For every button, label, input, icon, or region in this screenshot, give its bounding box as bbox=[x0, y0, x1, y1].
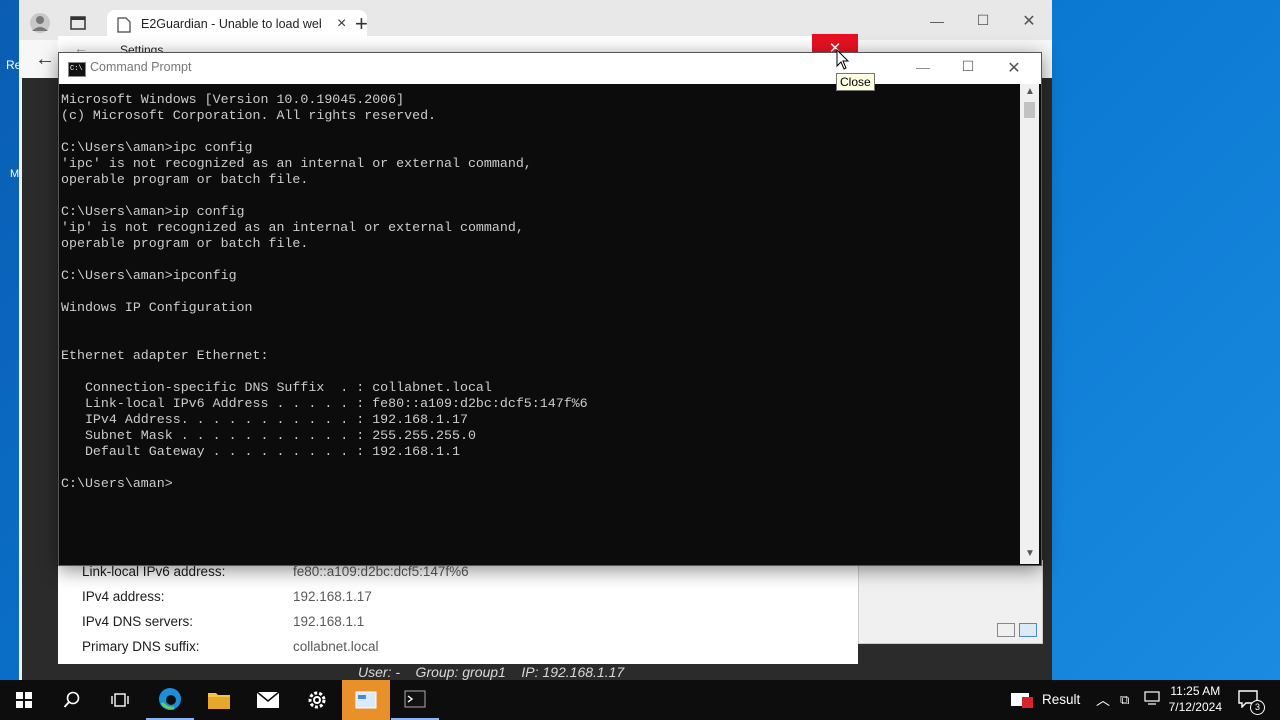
prop-value-dns: 192.168.1.1 bbox=[293, 614, 365, 629]
left-edge-text: Re bbox=[6, 58, 22, 72]
cmd-console[interactable]: Microsoft Windows [Version 10.0.19045.20… bbox=[61, 84, 1019, 564]
network-monitor-icon[interactable] bbox=[1010, 691, 1034, 709]
large-icons-view-icon[interactable] bbox=[1019, 623, 1037, 637]
prop-value-suffix: collabnet.local bbox=[293, 639, 379, 654]
status-bar-text: User: - Group: group1 IP: 192.168.1.17 bbox=[358, 664, 625, 680]
cmd-title: Command Prompt bbox=[90, 60, 192, 74]
tab-title: E2Guardian - Unable to load web bbox=[141, 17, 321, 31]
file-explorer-icon[interactable] bbox=[195, 680, 243, 720]
close-tooltip: Close bbox=[836, 73, 875, 91]
back-arrow-icon[interactable]: ← bbox=[35, 48, 55, 71]
settings-gear-icon[interactable] bbox=[293, 680, 341, 720]
browser-close-icon[interactable]: ✕ bbox=[1009, 11, 1049, 31]
cmd-close-icon[interactable]: ✕ bbox=[994, 58, 1034, 78]
profile-icon[interactable] bbox=[29, 12, 51, 34]
mail-icon[interactable] bbox=[244, 680, 292, 720]
command-prompt-window: C:\ Command Prompt — ☐ ✕ Microsoft Windo… bbox=[58, 52, 1042, 566]
prop-value-ipv4: 192.168.1.17 bbox=[293, 589, 372, 604]
taskbar: Result ︿ ⧉ 11:25 AM 7/12/2024 3 bbox=[0, 680, 1280, 720]
browser-maximize-icon[interactable]: ☐ bbox=[963, 12, 1003, 29]
tray-result-label[interactable]: Result bbox=[1042, 692, 1080, 707]
cmd-minimize-icon[interactable]: — bbox=[903, 59, 943, 75]
tray-network-icon[interactable] bbox=[1144, 691, 1160, 705]
command-prompt-taskbar-icon[interactable] bbox=[391, 680, 439, 720]
scroll-down-icon[interactable]: ▼ bbox=[1025, 548, 1035, 559]
prop-label-dns: IPv4 DNS servers: bbox=[82, 614, 194, 629]
prop-label-ipv6: Link-local IPv6 address: bbox=[82, 564, 226, 579]
background-dialog bbox=[858, 560, 1043, 644]
prop-label-suffix: Primary DNS suffix: bbox=[82, 639, 200, 654]
prop-label-ipv4: IPv4 address: bbox=[82, 589, 165, 604]
cmd-maximize-icon[interactable]: ☐ bbox=[948, 58, 988, 75]
clock-time: 11:25 AM bbox=[1170, 684, 1221, 698]
search-icon[interactable] bbox=[48, 680, 96, 720]
tray-clock[interactable]: 11:25 AM 7/12/2024 bbox=[1169, 683, 1222, 715]
tray-chevron-up-icon[interactable]: ︿ bbox=[1096, 690, 1110, 710]
clock-date: 7/12/2024 bbox=[1168, 700, 1222, 714]
prop-value-ipv6: fe80::a109:d2bc:dcf5:147f%6 bbox=[293, 564, 469, 579]
notification-count-badge: 3 bbox=[1250, 700, 1265, 715]
close-tab-icon[interactable]: × bbox=[337, 15, 346, 33]
tab-actions-icon[interactable] bbox=[69, 14, 87, 32]
windows-icon bbox=[16, 692, 32, 708]
browser-minimize-icon[interactable]: — bbox=[917, 13, 957, 29]
cmd-scrollbar[interactable]: ▲ ▼ bbox=[1020, 84, 1039, 564]
cmd-titlebar: C:\ Command Prompt — ☐ ✕ bbox=[59, 53, 1041, 84]
active-app-icon[interactable] bbox=[342, 680, 390, 720]
task-view-icon[interactable] bbox=[96, 680, 144, 720]
details-view-icon[interactable] bbox=[997, 623, 1015, 637]
page-icon bbox=[117, 17, 131, 33]
scroll-thumb[interactable] bbox=[1024, 102, 1035, 118]
cmd-output: Microsoft Windows [Version 10.0.19045.20… bbox=[61, 92, 588, 491]
scroll-up-icon[interactable]: ▲ bbox=[1025, 86, 1035, 97]
new-tab-button[interactable]: + bbox=[355, 11, 368, 37]
start-button[interactable] bbox=[0, 680, 48, 720]
cmd-app-icon: C:\ bbox=[68, 62, 86, 77]
left-edge-text-2: M bbox=[10, 168, 20, 180]
tray-device-icon[interactable]: ⧉ bbox=[1120, 692, 1129, 708]
mouse-cursor-icon bbox=[836, 48, 850, 71]
edge-icon[interactable] bbox=[146, 680, 194, 720]
